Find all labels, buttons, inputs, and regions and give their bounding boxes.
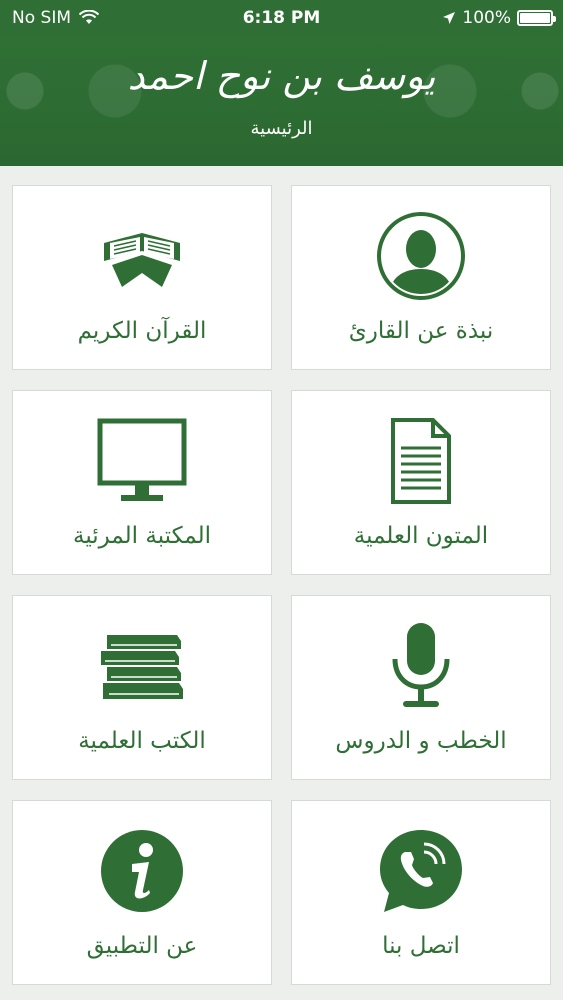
tile-label: اتصل بنا <box>382 933 460 959</box>
page-title: الرئيسية <box>250 118 313 139</box>
tile-contact-us[interactable]: اتصل بنا <box>291 800 551 985</box>
microphone-icon <box>292 616 550 716</box>
tile-label: عن التطبيق <box>86 933 198 959</box>
battery-icon <box>517 10 556 26</box>
status-bar: No SIM 6:18 PM 100% <box>0 0 563 36</box>
location-arrow-icon <box>442 11 456 25</box>
books-icon <box>13 616 271 716</box>
status-right: 100% <box>442 8 556 28</box>
info-icon <box>13 821 271 921</box>
tile-scholarly-books[interactable]: الكتب العلمية <box>12 595 272 780</box>
tile-about-reciter[interactable]: نبذة عن القارئ <box>291 185 551 370</box>
monitor-icon <box>13 411 271 511</box>
app-logo: يوسف بن نوح احمد <box>127 54 436 98</box>
document-icon <box>292 411 550 511</box>
tile-label: المتون العلمية <box>353 523 489 549</box>
person-icon <box>292 206 550 306</box>
tile-scholarly-texts[interactable]: المتون العلمية <box>291 390 551 575</box>
phone-chat-icon <box>292 821 550 921</box>
tile-label: الكتب العلمية <box>78 728 206 754</box>
tile-label: نبذة عن القارئ <box>348 318 494 344</box>
tile-quran[interactable]: القرآن الكريم <box>12 185 272 370</box>
app-header: يوسف بن نوح احمد الرئيسية <box>0 36 563 166</box>
tile-sermons-lessons[interactable]: الخطب و الدروس <box>291 595 551 780</box>
tile-label: الخطب و الدروس <box>335 728 507 754</box>
tile-about-app[interactable]: عن التطبيق <box>12 800 272 985</box>
tile-label: القرآن الكريم <box>77 318 207 344</box>
tile-label: المكتبة المرئية <box>73 523 211 549</box>
battery-percent: 100% <box>462 8 511 28</box>
quran-icon <box>13 206 271 306</box>
tile-video-library[interactable]: المكتبة المرئية <box>12 390 272 575</box>
